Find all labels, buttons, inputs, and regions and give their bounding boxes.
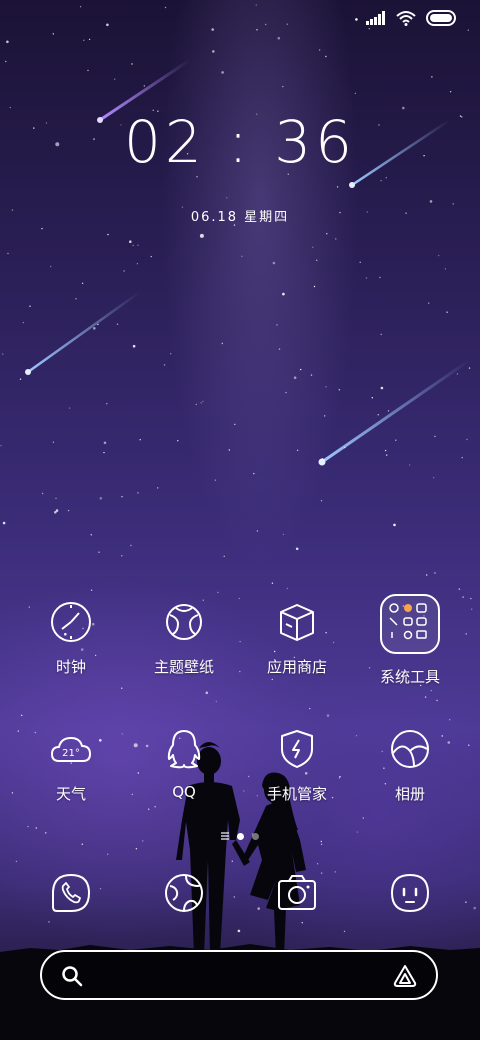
page-dot: [252, 832, 259, 840]
page-dot-active: [237, 832, 244, 840]
weather-icon: 21°: [51, 737, 91, 762]
browser-icon[interactable]: [164, 873, 204, 913]
app-label: 相册: [394, 785, 425, 803]
app-gallery[interactable]: 相册: [360, 727, 460, 804]
security-icon: [281, 730, 313, 768]
app-label: QQ: [172, 783, 196, 801]
gallery-icon: [391, 730, 429, 768]
home-page-menu-icon: [221, 832, 229, 840]
search-icon[interactable]: [61, 965, 83, 987]
app-label: 手机管家: [266, 785, 327, 803]
app-weather[interactable]: 21° 天气: [21, 727, 121, 804]
phone-icon[interactable]: [51, 873, 91, 913]
weather-temp: 21°: [62, 748, 80, 759]
search-bar[interactable]: [40, 950, 438, 1000]
qq-icon: [167, 730, 201, 769]
app-qq[interactable]: QQ: [134, 727, 234, 801]
page-indicator[interactable]: [0, 832, 480, 840]
messages-icon[interactable]: [390, 873, 430, 913]
assistant-icon[interactable]: [392, 963, 418, 989]
camera-icon[interactable]: [277, 873, 317, 913]
app-security[interactable]: 手机管家: [247, 727, 347, 804]
app-label: 天气: [55, 785, 86, 803]
